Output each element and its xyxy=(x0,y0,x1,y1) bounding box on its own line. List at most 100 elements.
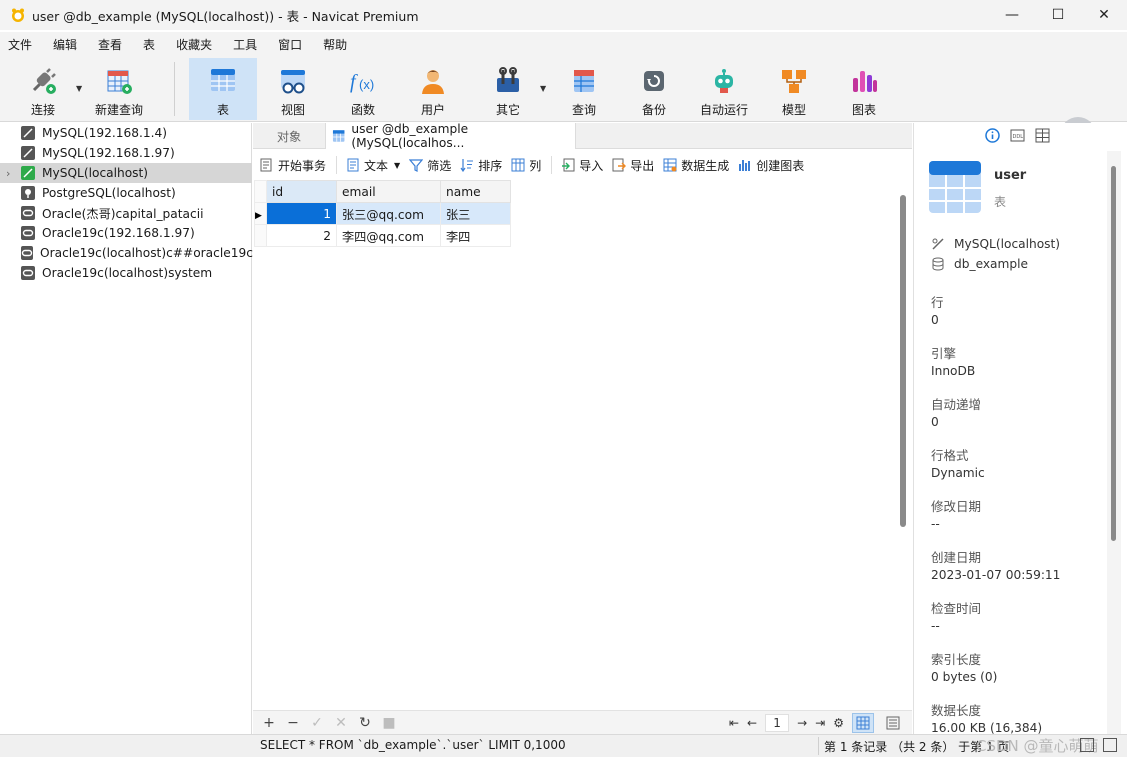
field-label: 数据长度 xyxy=(931,703,982,718)
text-dropdown-caret[interactable]: ▼ xyxy=(394,161,400,170)
chart-button[interactable]: 图表 xyxy=(831,60,897,118)
grid-view-icon[interactable] xyxy=(852,713,874,733)
connection-item[interactable]: MySQL(192.168.1.97) xyxy=(0,143,252,163)
robot-icon xyxy=(708,66,740,96)
export-label: 导出 xyxy=(630,158,655,173)
layout-columns-icon[interactable] xyxy=(1034,127,1050,143)
view-button[interactable]: 视图 xyxy=(260,60,326,118)
field-label: 行 xyxy=(931,295,944,310)
backup-button[interactable]: 备份 xyxy=(621,60,687,118)
connection-label: Oracle(杰哥)capital_patacii xyxy=(42,207,204,221)
info-panel-scrollbar[interactable] xyxy=(1111,166,1116,541)
tab-title: user @db_example (MySQL(localhos... xyxy=(351,122,469,150)
maximize-button[interactable]: ☐ xyxy=(1035,0,1081,30)
filter-button[interactable]: 筛选 xyxy=(408,157,451,174)
grid-layout-icon[interactable] xyxy=(1080,738,1094,752)
next-page-icon[interactable]: → xyxy=(797,716,807,730)
filter-label: 筛选 xyxy=(427,158,452,173)
begin-transaction-button[interactable]: 开始事务 xyxy=(259,157,326,174)
connect-button[interactable]: 连接 xyxy=(10,60,76,118)
delete-record-button[interactable]: − xyxy=(285,715,301,731)
export-button[interactable]: 导出 xyxy=(611,157,654,174)
menu-file[interactable]: 文件 xyxy=(8,36,32,53)
cell-name[interactable]: 李四 xyxy=(440,224,511,247)
main-toolbar: 连接 ▼ 新建查询 表 视图 f (x) 函数 用户 其它 ▼ 查询 备份 自动… xyxy=(0,56,1127,153)
menu-edit[interactable]: 编辑 xyxy=(53,36,77,53)
create-chart-button[interactable]: 创建图表 xyxy=(737,157,804,174)
gear-icon[interactable]: ⚙ xyxy=(833,716,844,730)
table-toolbar: 开始事务 文本 ▼ 筛选 排序 列 导入 导出 数据生成 创建图表 xyxy=(253,151,912,179)
tab-user-table[interactable]: user @db_example (MySQL(localhos... xyxy=(325,122,576,150)
form-view-icon[interactable] xyxy=(882,713,904,733)
connection-item[interactable]: Oracle19c(192.168.1.97) xyxy=(0,223,252,243)
other-dropdown-caret[interactable]: ▼ xyxy=(540,84,546,93)
connection-item[interactable]: Oracle(杰哥)capital_patacii xyxy=(0,203,252,223)
stop-button[interactable]: ■ xyxy=(381,715,397,731)
data-generation-button[interactable]: 数据生成 xyxy=(662,157,729,174)
row-indicator xyxy=(254,224,267,247)
column-header[interactable]: email xyxy=(336,180,441,203)
apply-changes-button[interactable]: ✓ xyxy=(309,715,325,731)
connection-item-selected[interactable]: › MySQL(localhost) xyxy=(0,163,252,183)
import-icon xyxy=(560,158,575,173)
info-panel-tabs: DDL xyxy=(984,127,1050,143)
connect-dropdown-caret[interactable]: ▼ xyxy=(76,84,82,93)
connection-item[interactable]: Oracle19c(localhost)c##oracle19c xyxy=(0,243,253,263)
text-document-icon xyxy=(345,158,360,173)
minimize-button[interactable]: — xyxy=(989,0,1035,30)
last-page-icon[interactable]: ⇥ xyxy=(815,716,825,730)
new-query-button[interactable]: 新建查询 xyxy=(86,60,152,118)
panel-layout-icon[interactable] xyxy=(1103,738,1117,752)
menu-view[interactable]: 查看 xyxy=(98,36,122,53)
sort-button[interactable]: 排序 xyxy=(459,157,502,174)
automation-button[interactable]: 自动运行 xyxy=(691,60,757,118)
refresh-button[interactable]: ↻ xyxy=(357,715,373,731)
cell-email[interactable]: 张三@qq.com xyxy=(336,202,441,225)
connection-item[interactable]: Oracle19c(localhost)system xyxy=(0,263,252,283)
table-button[interactable]: 表 xyxy=(189,58,257,120)
page-number-input[interactable]: 1 xyxy=(765,714,790,732)
add-record-button[interactable]: + xyxy=(261,715,277,731)
prev-page-icon[interactable]: ← xyxy=(747,716,757,730)
user-button[interactable]: 用户 xyxy=(400,60,466,118)
expand-chevron-icon[interactable]: › xyxy=(6,167,10,180)
model-button[interactable]: 模型 xyxy=(761,60,827,118)
cell-name[interactable]: 张三 xyxy=(440,202,511,225)
grid-bottom-bar: + − ✓ ✕ ↻ ■ ⇤ ← 1 → ⇥ ⚙ xyxy=(253,710,912,734)
menu-tools[interactable]: 工具 xyxy=(233,36,257,53)
connection-label: PostgreSQL(localhost) xyxy=(42,186,176,200)
columns-button[interactable]: 列 xyxy=(510,157,541,174)
discard-changes-button[interactable]: ✕ xyxy=(333,715,349,731)
field-value: 0 bytes (0) xyxy=(931,670,998,684)
column-header[interactable]: name xyxy=(440,180,511,203)
query-button[interactable]: 查询 xyxy=(551,60,617,118)
close-button[interactable]: ✕ xyxy=(1081,0,1127,30)
other-button[interactable]: 其它 xyxy=(475,60,541,118)
navicat-logo-icon xyxy=(12,8,24,22)
tab-objects[interactable]: 对象 xyxy=(253,123,325,149)
info-circle-icon[interactable] xyxy=(984,127,1000,143)
field-value: -- xyxy=(931,517,940,531)
cell-id[interactable]: 1 xyxy=(266,202,337,225)
ddl-icon[interactable]: DDL xyxy=(1009,127,1025,143)
table-row[interactable]: ▶ 1 张三@qq.com 张三 xyxy=(254,202,511,225)
connection-item[interactable]: PostgreSQL(localhost) xyxy=(0,183,252,203)
sql-statement: SELECT * FROM `db_example`.`user` LIMIT … xyxy=(260,738,566,752)
table-row[interactable]: 2 李四@qq.com 李四 xyxy=(254,224,511,247)
sort-label: 排序 xyxy=(478,158,503,173)
menu-table[interactable]: 表 xyxy=(143,36,155,53)
function-label: 函数 xyxy=(350,103,375,117)
import-button[interactable]: 导入 xyxy=(560,157,603,174)
column-header[interactable]: id xyxy=(266,180,337,203)
menu-help[interactable]: 帮助 xyxy=(323,36,347,53)
grid-scrollbar[interactable] xyxy=(900,195,906,527)
menu-favorites[interactable]: 收藏夹 xyxy=(176,36,212,53)
object-type: 表 xyxy=(994,195,1007,209)
cell-id[interactable]: 2 xyxy=(266,224,337,247)
first-page-icon[interactable]: ⇤ xyxy=(729,716,739,730)
function-button[interactable]: f (x) 函数 xyxy=(330,60,396,118)
cell-email[interactable]: 李四@qq.com xyxy=(336,224,441,247)
connection-item[interactable]: MySQL(192.168.1.4) xyxy=(0,123,252,143)
text-button[interactable]: 文本 ▼ xyxy=(345,157,400,174)
menu-window[interactable]: 窗口 xyxy=(278,36,302,53)
